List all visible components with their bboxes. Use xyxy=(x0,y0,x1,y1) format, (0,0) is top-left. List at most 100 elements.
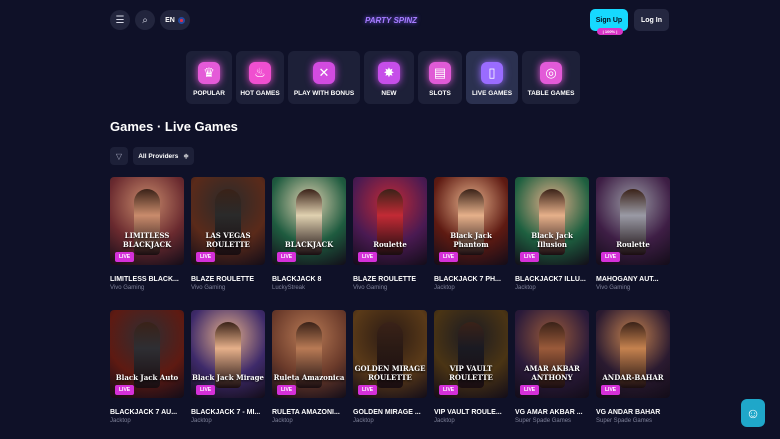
search-button[interactable]: ⌕ xyxy=(135,10,155,30)
game-card[interactable]: BLACKJACK LIVE BLACKJACK 8 LuckyStreak xyxy=(272,177,346,291)
support-chat-button[interactable]: ☺ xyxy=(741,399,765,427)
game-card[interactable]: Ruleta Amazonica LIVE RULETA AMAZONI... Jac… xyxy=(272,310,346,424)
thumbnail-caption: GOLDEN MIRAGE ROULETTE xyxy=(354,364,426,382)
game-name[interactable]: MAHOGANY AUT... xyxy=(596,276,670,283)
live-badge: LIVE xyxy=(601,252,621,262)
tab-play-with-bonus[interactable]: ✕ PLAY WITH BONUS xyxy=(288,51,360,104)
game-name[interactable]: VIP VAULT ROULE... xyxy=(434,409,508,416)
thumbnail-caption: Ruleta Amazonica xyxy=(273,373,345,382)
game-provider: Jacktop xyxy=(110,418,131,424)
new-badge-icon: ✸ xyxy=(378,62,400,84)
game-card[interactable]: LIMITLESS BLACKJACK LIVE LIMITLESS BLACK..… xyxy=(110,177,184,291)
game-thumbnail[interactable]: Black Jack Mirage LIVE xyxy=(191,310,265,398)
live-badge: LIVE xyxy=(439,385,459,395)
thumbnail-caption: Black Jack Mirage xyxy=(191,373,265,382)
game-name[interactable]: LIMITLESS BLACK... xyxy=(110,276,184,283)
game-thumbnail[interactable]: AMAR AKBAR ANTHONY LIVE xyxy=(515,310,589,398)
tab-hot-games[interactable]: ♨ HOT GAMES xyxy=(236,51,284,104)
tab-table-games[interactable]: ◎ TABLE GAMES xyxy=(522,51,580,104)
tab-slots[interactable]: ▤ SLOTS xyxy=(418,51,462,104)
game-name[interactable]: BLACKJACK 7 PH... xyxy=(434,276,508,283)
menu-button[interactable]: ☰ xyxy=(110,10,130,30)
game-card[interactable]: Roulette LIVE MAHOGANY AUT... Vivo Gaming xyxy=(596,177,670,291)
game-provider: Vivo Gaming xyxy=(110,285,145,291)
thumbnail-caption: BLACKJACK xyxy=(284,240,334,249)
game-card[interactable]: VIP VAULT ROULETTE LIVE VIP VAULT ROULE...… xyxy=(434,310,508,424)
game-card[interactable]: LAS VEGAS ROULETTE LIVE BLAZE ROULETTE Vivo… xyxy=(191,177,265,291)
hamburger-icon: ☰ xyxy=(115,14,125,26)
tab-new[interactable]: ✸ NEW xyxy=(364,51,414,104)
game-card[interactable]: ANDAR-BAHAR LIVE VG ANDAR BAHAR Super Spade… xyxy=(596,310,670,424)
tab-label: TABLE GAMES xyxy=(527,90,575,97)
game-thumbnail[interactable]: Ruleta Amazonica LIVE xyxy=(272,310,346,398)
live-badge: LIVE xyxy=(601,385,621,395)
game-provider: Vivo Gaming xyxy=(353,285,388,291)
thumbnail-caption: Roulette xyxy=(616,240,650,249)
live-badge: LIVE xyxy=(358,385,378,395)
language-selector[interactable]: EN xyxy=(160,10,190,30)
live-badge: LIVE xyxy=(439,252,459,262)
game-thumbnail[interactable]: Black Jack Auto LIVE xyxy=(110,310,184,398)
flame-icon: ♨ xyxy=(249,62,271,84)
search-icon: ⌕ xyxy=(142,14,148,26)
game-name[interactable]: VG AMAR AKBAR ... xyxy=(515,409,589,416)
tab-live-games[interactable]: ▯ LIVE GAMES xyxy=(466,51,518,104)
log-in-button[interactable]: Log In xyxy=(634,9,669,31)
log-in-label: Log In xyxy=(641,16,662,24)
game-card[interactable]: GOLDEN MIRAGE ROULETTE LIVE GOLDEN MIRAGE … xyxy=(353,310,427,424)
tab-popular[interactable]: ♛ POPULAR xyxy=(186,51,232,104)
game-provider: Jacktop xyxy=(191,418,212,424)
game-thumbnail[interactable]: BLACKJACK LIVE xyxy=(272,177,346,265)
providers-label: All Providers xyxy=(138,152,179,160)
game-card[interactable]: Black Jack Illusion LIVE BLACKJACK7 ILLU..… xyxy=(515,177,589,291)
game-thumbnail[interactable]: VIP VAULT ROULETTE LIVE xyxy=(434,310,508,398)
thumbnail-caption: Roulette xyxy=(373,240,407,249)
tab-label: NEW xyxy=(381,90,397,97)
game-provider: Vivo Gaming xyxy=(596,285,631,291)
game-name[interactable]: GOLDEN MIRAGE ... xyxy=(353,409,427,416)
game-thumbnail[interactable]: ANDAR-BAHAR LIVE xyxy=(596,310,670,398)
live-badge: LIVE xyxy=(277,252,297,262)
logo-text: PARTY SPINZ xyxy=(364,15,417,25)
game-name[interactable]: BLACKJACK 8 xyxy=(272,276,346,283)
game-provider: LuckyStreak xyxy=(272,285,306,291)
game-thumbnail[interactable]: GOLDEN MIRAGE ROULETTE LIVE xyxy=(353,310,427,398)
game-thumbnail[interactable]: Black Jack Illusion LIVE xyxy=(515,177,589,265)
game-card[interactable]: Roulette LIVE BLAZE ROULETTE Vivo Gaming xyxy=(353,177,427,291)
support-chat-icon: ☺ xyxy=(745,405,761,421)
tab-label: POPULAR xyxy=(193,90,225,97)
site-logo[interactable]: PARTY SPINZ xyxy=(364,10,418,30)
game-name[interactable]: BLAZE ROULETTE xyxy=(191,276,265,283)
game-thumbnail[interactable]: LIMITLESS BLACKJACK LIVE xyxy=(110,177,184,265)
game-thumbnail[interactable]: Roulette LIVE xyxy=(596,177,670,265)
game-thumbnail[interactable]: Roulette LIVE xyxy=(353,177,427,265)
crown-icon: ♛ xyxy=(198,62,220,84)
game-name[interactable]: VG ANDAR BAHAR xyxy=(596,409,670,416)
game-thumbnail[interactable]: LAS VEGAS ROULETTE LIVE xyxy=(191,177,265,265)
game-name[interactable]: BLACKJACK 7 AU... xyxy=(110,409,184,416)
live-badge: LIVE xyxy=(520,385,540,395)
game-provider: Super Spade Games xyxy=(515,418,572,424)
thumbnail-caption: ANDAR-BAHAR xyxy=(602,373,664,382)
tab-label: LIVE GAMES xyxy=(471,90,513,97)
live-badge: LIVE xyxy=(520,252,540,262)
sign-up-bonus-badge: | 100% | xyxy=(597,28,623,35)
thumbnail-caption: VIP VAULT ROULETTE xyxy=(449,364,493,382)
thumbnail-caption: LIMITLESS BLACKJACK xyxy=(122,231,172,249)
game-thumbnail[interactable]: Black Jack Phantom LIVE xyxy=(434,177,508,265)
sign-up-label: Sign Up xyxy=(595,16,623,24)
game-name[interactable]: BLACKJACK 7 - MI... xyxy=(191,409,265,416)
game-name[interactable]: BLAZE ROULETTE xyxy=(353,276,427,283)
live-badge: LIVE xyxy=(196,252,216,262)
game-name[interactable]: BLACKJACK7 ILLU... xyxy=(515,276,589,283)
game-provider: Vivo Gaming xyxy=(191,285,226,291)
game-name[interactable]: RULETA AMAZONI... xyxy=(272,409,346,416)
sort-icon: ≑ xyxy=(183,153,189,160)
game-card[interactable]: Black Jack Phantom LIVE BLACKJACK 7 PH... J… xyxy=(434,177,508,291)
filter-button[interactable]: ▽ xyxy=(110,147,128,165)
game-card[interactable]: AMAR AKBAR ANTHONY LIVE VG AMAR AKBAR ... S… xyxy=(515,310,589,424)
game-card[interactable]: Black Jack Mirage LIVE BLACKJACK 7 - MI...… xyxy=(191,310,265,424)
all-providers-dropdown[interactable]: All Providers ≑ xyxy=(133,147,194,165)
live-badge: LIVE xyxy=(115,252,135,262)
game-card[interactable]: Black Jack Auto LIVE BLACKJACK 7 AU... Jack… xyxy=(110,310,184,424)
